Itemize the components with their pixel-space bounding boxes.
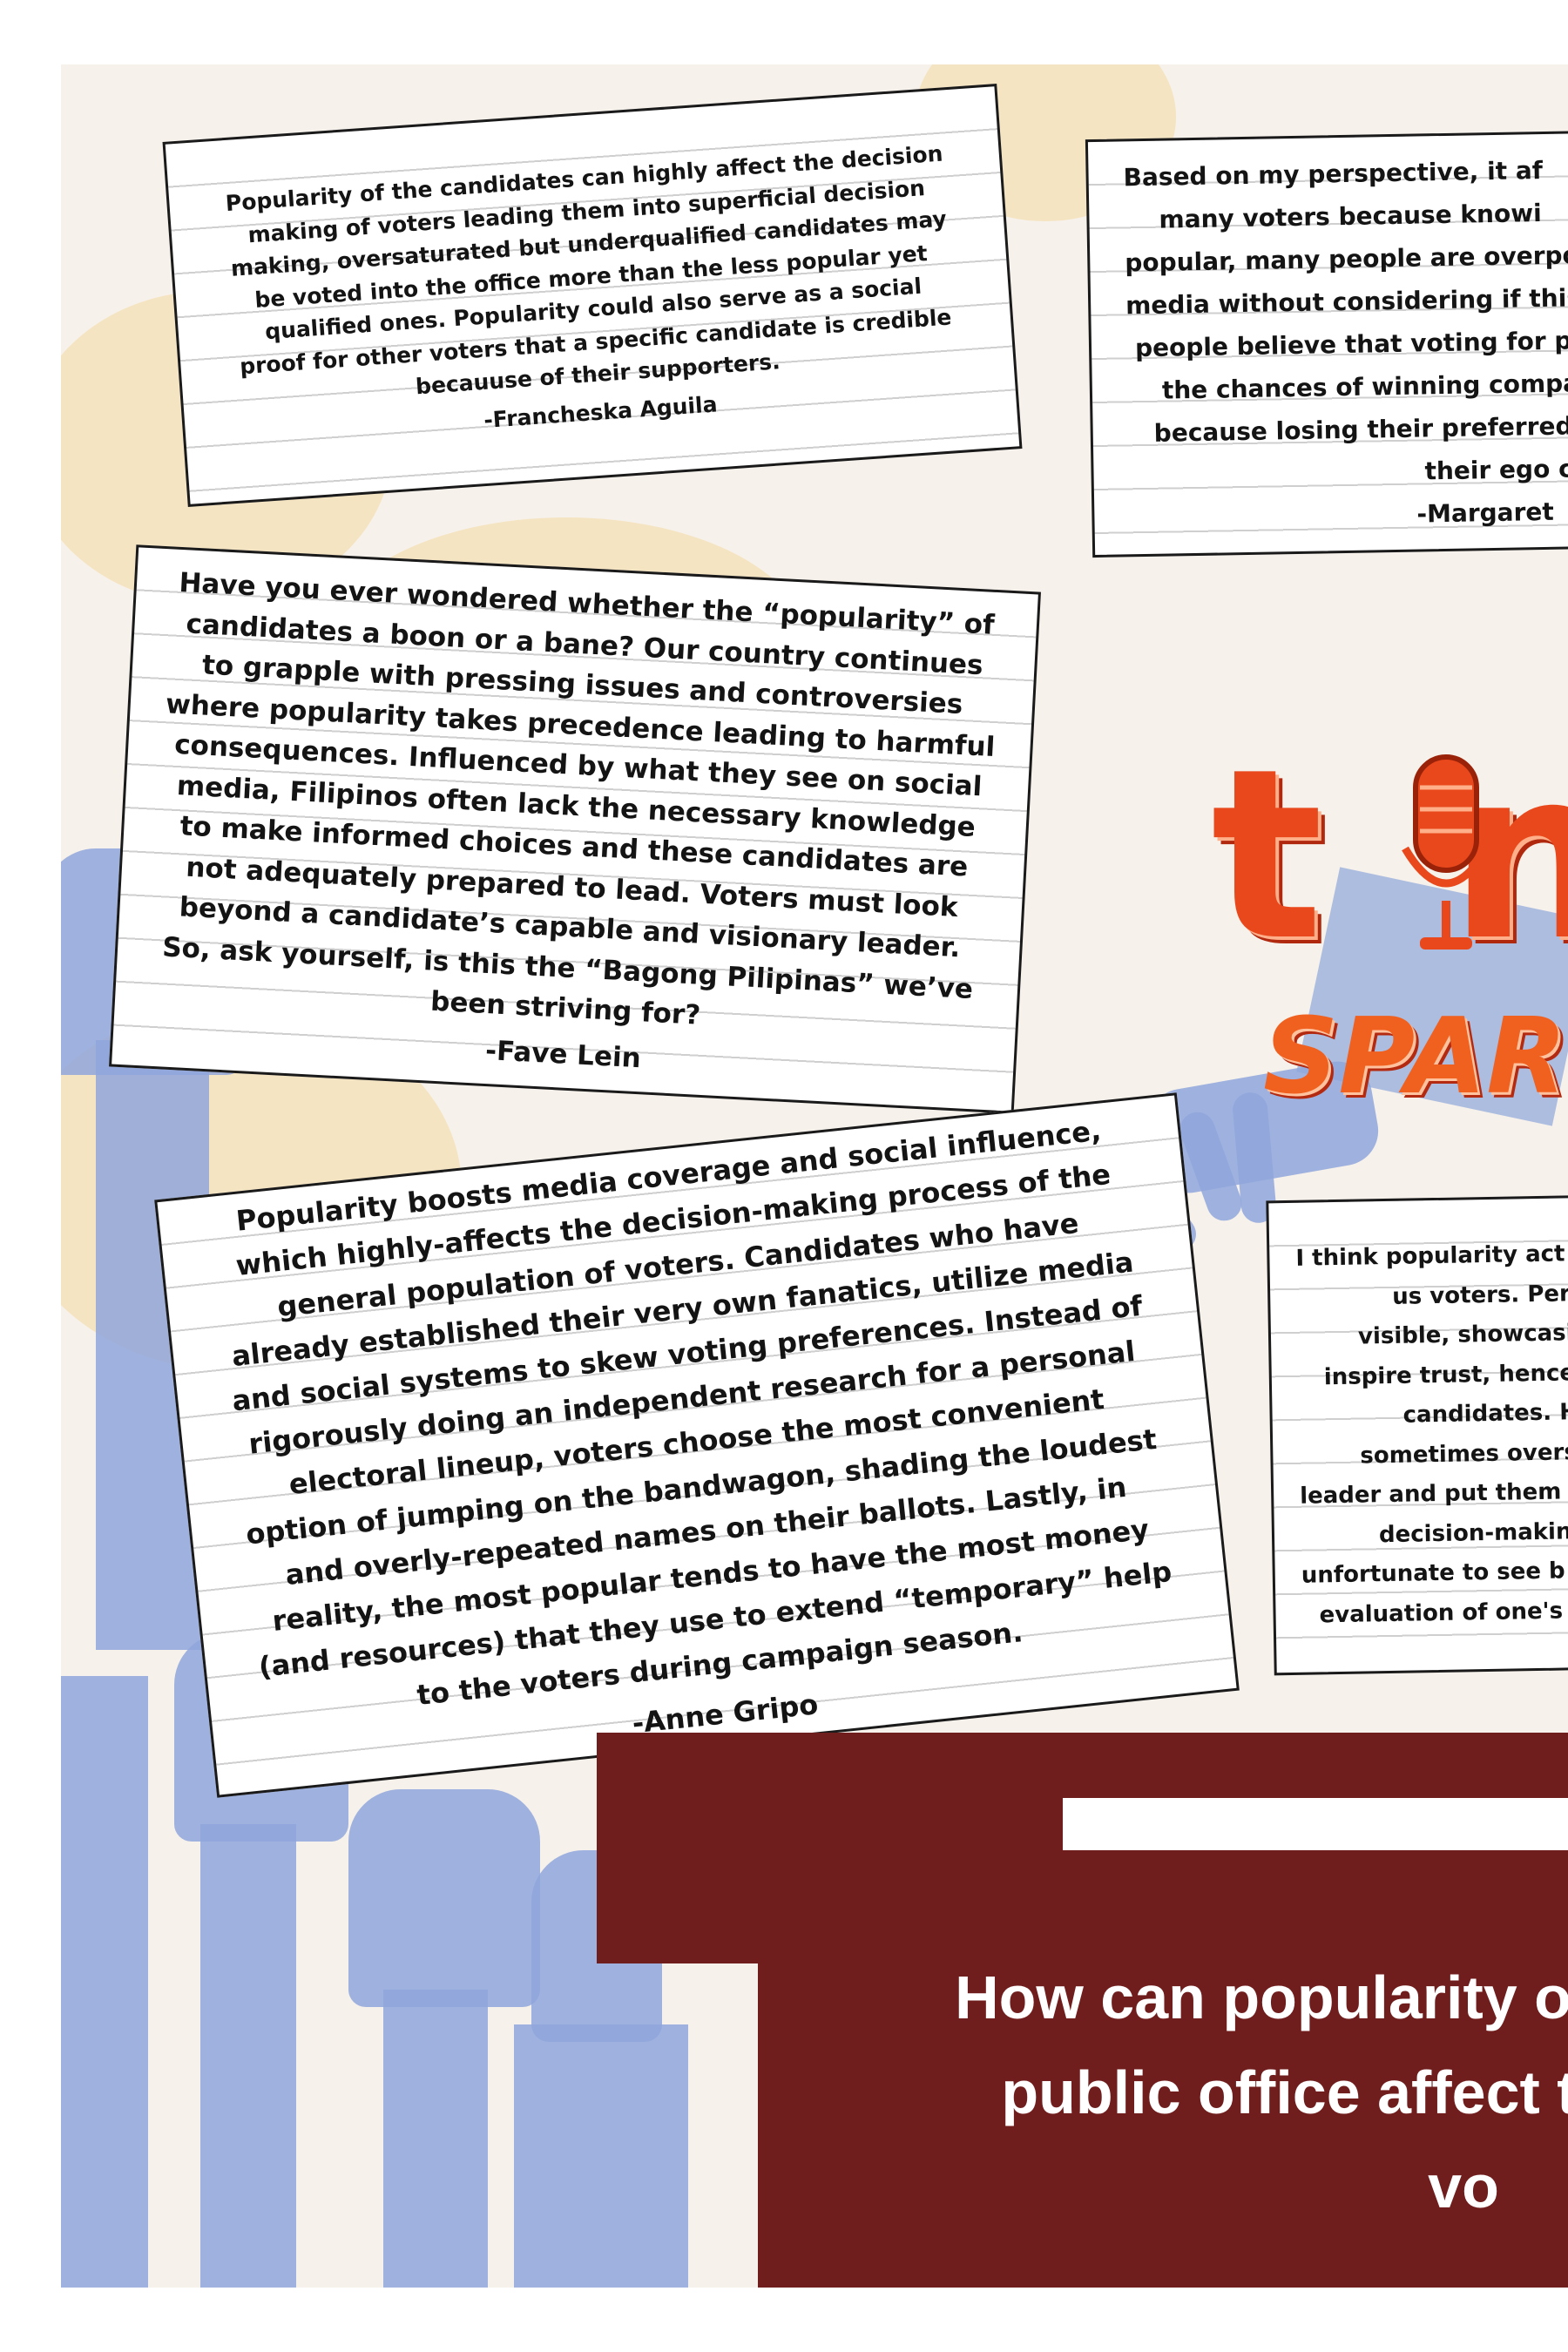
raised-hand-shape [61, 1676, 148, 2288]
opinion-line: Based on my perspective, it af [1123, 155, 1544, 192]
logo: tn SPAR [1211, 718, 1568, 1171]
opinion-line: decision-making p [1378, 1517, 1568, 1548]
raised-hand-shape [348, 1789, 540, 2007]
opinion-line: I think popularity act [1295, 1240, 1565, 1272]
opinion-card-lein: Have you ever wondered whether the “popu… [109, 544, 1041, 1114]
question-line: How can popularity o [955, 1963, 1568, 2031]
opinion-line: people believe that voting for p [1134, 325, 1568, 362]
opinion-text: Popularity boosts media coverage and soc… [230, 1113, 1173, 1713]
opinion-card-aguila: Popularity of the candidates can highly … [162, 84, 1023, 507]
opinion-line: leader and put them [1299, 1478, 1562, 1510]
question-line: public office affect t [1001, 2058, 1568, 2126]
question-line: vo [1428, 2153, 1499, 2220]
opinion-author: -Margaret [1416, 497, 1554, 529]
opinion-line: visible, showcasing [1357, 1319, 1568, 1350]
opinion-line: us voters. Persona [1391, 1279, 1568, 1310]
opinion-line: their ego c [1424, 453, 1568, 485]
opinion-line: media without considering if this [1125, 282, 1568, 320]
opinion-line: unfortunate to see b [1301, 1558, 1565, 1589]
opinion-author: -Fave Lein [484, 1034, 642, 1074]
banner-white-bar [1063, 1798, 1568, 1850]
opinion-text: Popularity of the candidates can highly … [224, 140, 953, 400]
poster-page: Popularity of the candidates can highly … [61, 64, 1568, 2288]
raised-hand-shape [200, 1824, 296, 2288]
raised-hand-shape [514, 2024, 688, 2288]
opinion-card-margaret: Based on my perspective, it af many vote… [1085, 128, 1568, 558]
opinion-card-popularity: I think popularity act us voters. Person… [1266, 1193, 1568, 1676]
microphone-icon [1402, 754, 1490, 950]
question-heading: How can popularity o public office affec… [784, 1950, 1568, 2234]
opinion-line: the chances of winning compa [1161, 368, 1568, 405]
opinion-line: many voters because knowi [1159, 198, 1542, 234]
raised-hand-shape [383, 1990, 488, 2288]
opinion-line: because losing their preferred [1153, 410, 1568, 448]
opinion-line: candidates. How [1402, 1398, 1568, 1429]
opinion-card-gripo: Popularity boosts media coverage and soc… [154, 1092, 1240, 1798]
opinion-line: sometimes overst [1360, 1438, 1568, 1470]
opinion-text: Have you ever wondered whether the “popu… [161, 566, 997, 1031]
opinion-line: popular, many people are overpo [1125, 240, 1568, 277]
logo-wordmark: tn [1211, 718, 1568, 992]
logo-subtitle: SPAR [1263, 997, 1567, 1118]
opinion-line: evaluation of one's [1319, 1598, 1564, 1628]
opinion-line: inspire trust, hence I [1323, 1359, 1568, 1390]
